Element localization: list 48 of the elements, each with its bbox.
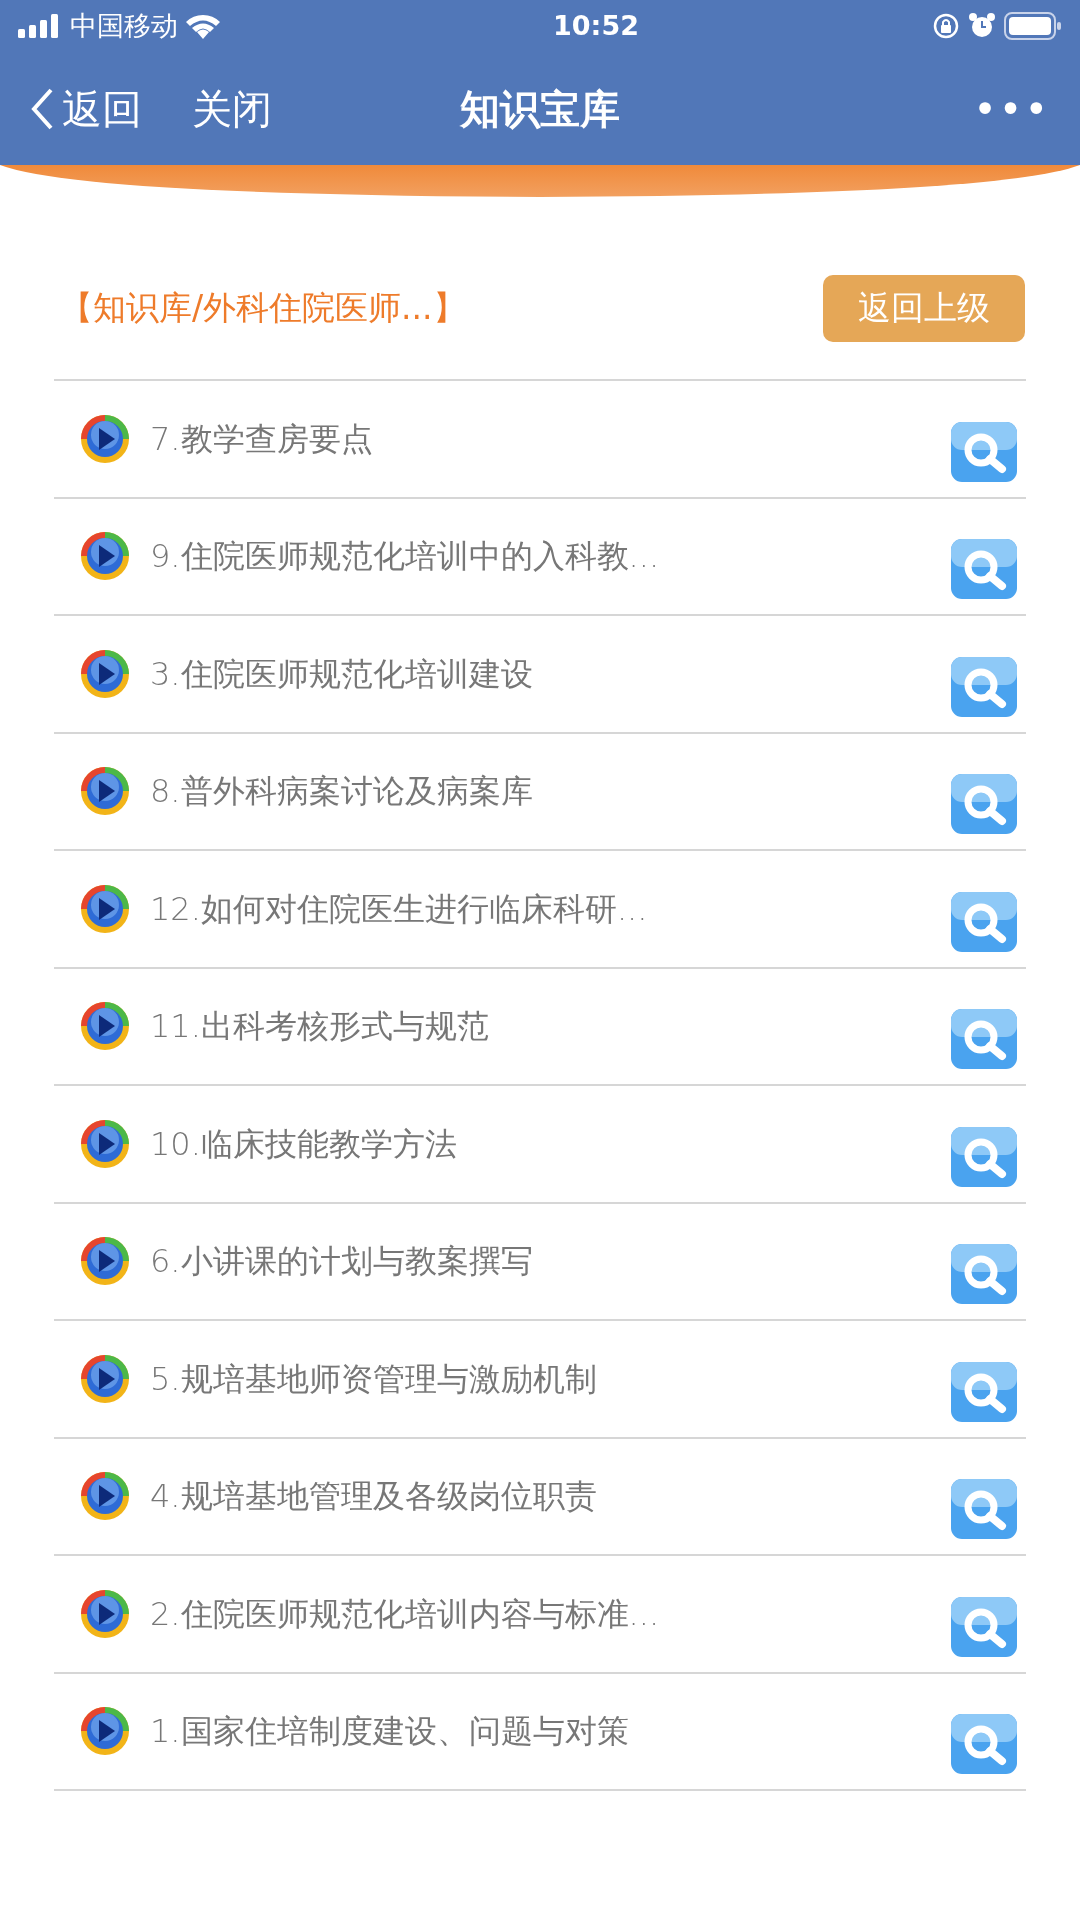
- search-icon[interactable]: [950, 1713, 1018, 1776]
- video-title[interactable]: 9.住院医师规范化培训中的入科教...: [150, 532, 660, 581]
- search-icon[interactable]: [950, 538, 1018, 601]
- rotation-lock-icon: [932, 12, 960, 40]
- search-icon[interactable]: [950, 1125, 1018, 1188]
- play-icon: [80, 1588, 130, 1639]
- video-title[interactable]: 11.出科考核形式与规范: [150, 1002, 489, 1051]
- alarm-icon: [968, 12, 996, 40]
- search-icon[interactable]: [950, 420, 1018, 483]
- play-icon: [80, 883, 130, 934]
- play-icon: [80, 648, 130, 699]
- status-time: 10:52: [553, 8, 639, 43]
- more-button[interactable]: •••: [973, 78, 1050, 139]
- play-icon: [80, 1706, 130, 1757]
- video-title[interactable]: 4.规培基地管理及各级岗位职责: [150, 1472, 597, 1521]
- video-title[interactable]: 3.住院医师规范化培训建设: [150, 649, 533, 698]
- search-icon[interactable]: [950, 1243, 1018, 1306]
- carrier-name: 中国移动: [70, 8, 178, 43]
- video-title[interactable]: 2.住院医师规范化培训内容与标准...: [150, 1589, 660, 1638]
- back-button[interactable]: 返回: [30, 78, 142, 139]
- video-title[interactable]: 1.国家住培制度建设、问题与对策: [150, 1707, 629, 1756]
- video-title[interactable]: 10.临床技能教学方法: [150, 1119, 457, 1168]
- search-icon[interactable]: [950, 890, 1018, 953]
- page-title: 知识宝库: [460, 85, 620, 132]
- search-icon[interactable]: [950, 655, 1018, 718]
- play-icon: [80, 1353, 130, 1404]
- battery-icon: [1004, 12, 1062, 40]
- play-icon: [80, 531, 130, 582]
- breadcrumb-path: 【知识库/外科住院医师...】: [60, 287, 466, 330]
- search-icon[interactable]: [950, 1478, 1018, 1541]
- back-chevron-icon: [30, 86, 54, 131]
- close-button[interactable]: 关闭: [192, 78, 272, 139]
- video-title[interactable]: 7.教学查房要点: [150, 414, 373, 463]
- search-icon[interactable]: [950, 773, 1018, 836]
- wifi-icon: [186, 13, 220, 39]
- play-icon: [80, 1236, 130, 1287]
- play-icon: [80, 1118, 130, 1169]
- search-icon[interactable]: [950, 1360, 1018, 1423]
- video-title[interactable]: 8.普外科病案讨论及病案库: [150, 767, 533, 816]
- search-icon[interactable]: [950, 1595, 1018, 1658]
- video-title[interactable]: 12.如何对住院医生进行临床科研...: [150, 884, 648, 933]
- video-title[interactable]: 6.小讲课的计划与教案撰写: [150, 1237, 533, 1286]
- video-title[interactable]: 5.规培基地师资管理与激励机制: [150, 1354, 597, 1403]
- play-icon: [80, 1471, 130, 1522]
- play-icon: [80, 413, 130, 464]
- play-icon: [80, 1001, 130, 1052]
- search-icon[interactable]: [950, 1008, 1018, 1071]
- play-icon: [80, 766, 130, 817]
